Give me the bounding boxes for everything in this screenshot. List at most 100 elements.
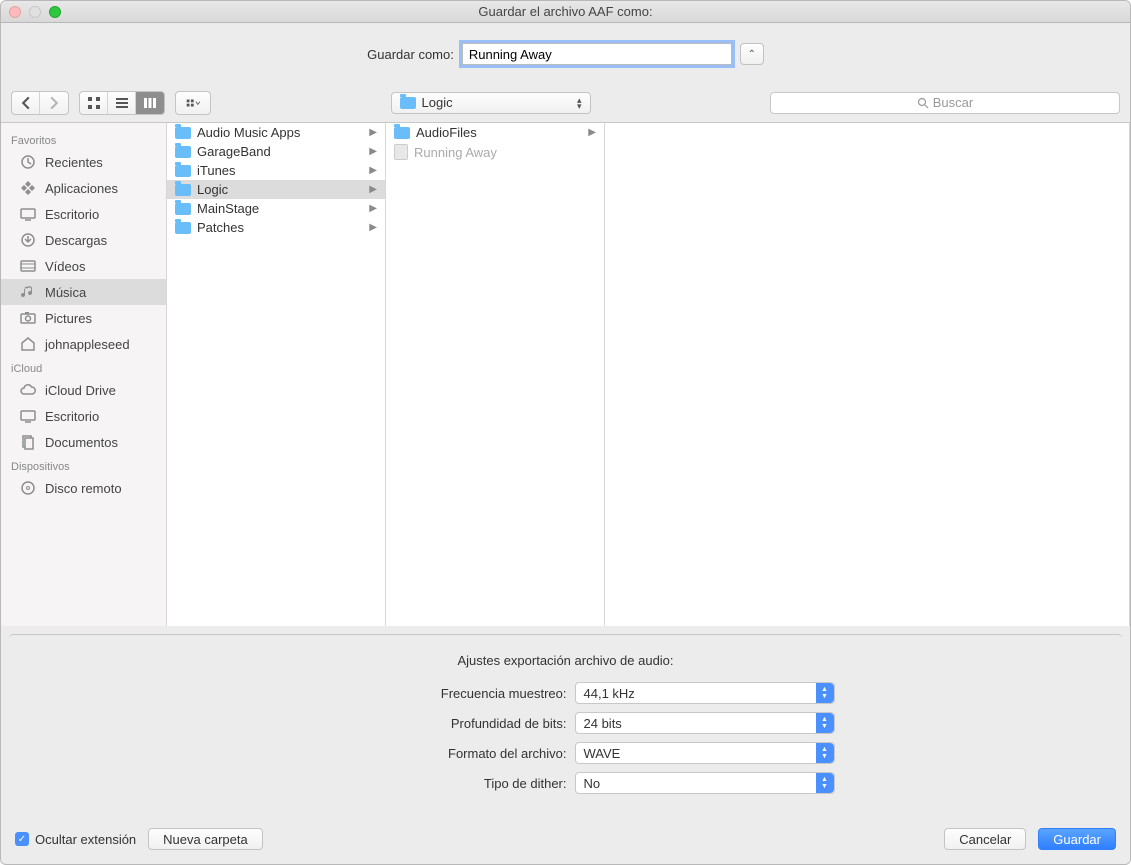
- save-as-label: Guardar como:: [367, 47, 454, 62]
- document-icon: [394, 144, 408, 160]
- folder-row[interactable]: Patches ▶: [167, 218, 385, 237]
- sidebar-item[interactable]: Escritorio: [1, 201, 166, 227]
- folder-icon: [394, 127, 410, 139]
- folder-row[interactable]: Logic ▶: [167, 180, 385, 199]
- location-popup[interactable]: Logic ▴▾: [391, 92, 591, 114]
- chevron-right-icon: ▶: [369, 146, 377, 157]
- sidebar-item-label: Vídeos: [45, 259, 85, 274]
- option-select[interactable]: 44,1 kHz ▲▼: [575, 682, 835, 704]
- sidebar-item[interactable]: Aplicaciones: [1, 175, 166, 201]
- sidebar-item[interactable]: iCloud Drive: [1, 377, 166, 403]
- sidebar-item[interactable]: Escritorio: [1, 403, 166, 429]
- location-label: Logic: [422, 95, 453, 110]
- updown-icon: ▲▼: [816, 773, 834, 793]
- music-icon: [19, 283, 37, 301]
- cloud-icon: [19, 381, 37, 399]
- export-options-panel: Ajustes exportación archivo de audio: Fr…: [9, 634, 1122, 812]
- chevron-right-icon: ▶: [369, 184, 377, 195]
- sidebar-item-label: iCloud Drive: [45, 383, 116, 398]
- sidebar-item-label: Escritorio: [45, 207, 99, 222]
- disc-icon: [19, 479, 37, 497]
- hide-extension-checkbox[interactable]: ✓ Ocultar extensión: [15, 832, 136, 847]
- save-button[interactable]: Guardar: [1038, 828, 1116, 850]
- sidebar-item-label: Documentos: [45, 435, 118, 450]
- collapse-expand-button[interactable]: ⌃: [740, 43, 764, 65]
- chevron-right-icon: ▶: [369, 222, 377, 233]
- folder-row[interactable]: GarageBand ▶: [167, 142, 385, 161]
- row-label: GarageBand: [197, 144, 363, 159]
- group-menu[interactable]: [175, 91, 211, 115]
- footer: ✓ Ocultar extensión Nueva carpeta Cancel…: [1, 820, 1130, 864]
- export-options-title: Ajustes exportación archivo de audio:: [19, 653, 1112, 668]
- file-row: Running Away: [386, 142, 604, 162]
- save-dialog-window: Guardar el archivo AAF como: Guardar com…: [0, 0, 1131, 865]
- folder-icon: [175, 165, 191, 177]
- row-label: Patches: [197, 220, 363, 235]
- folder-row[interactable]: AudioFiles▶: [386, 123, 604, 142]
- chevron-up-icon: ⌃: [748, 49, 756, 60]
- list-view-button[interactable]: [108, 92, 136, 114]
- sidebar-item-label: Recientes: [45, 155, 103, 170]
- chevron-right-icon: ▶: [369, 127, 377, 138]
- search-field[interactable]: Buscar: [770, 92, 1120, 114]
- sidebar-section-header: Favoritos: [1, 129, 166, 149]
- folder-row[interactable]: iTunes▶: [167, 161, 385, 180]
- window-title: Guardar el archivo AAF como:: [1, 4, 1130, 19]
- sidebar-item[interactable]: Recientes: [1, 149, 166, 175]
- option-select[interactable]: 24 bits ▲▼: [575, 712, 835, 734]
- titlebar: Guardar el archivo AAF como:: [1, 1, 1130, 23]
- docs-icon: [19, 433, 37, 451]
- sidebar-item[interactable]: Documentos: [1, 429, 166, 455]
- toolbar: Logic ▴▾ Buscar: [1, 83, 1130, 123]
- option-value: 24 bits: [584, 716, 622, 731]
- home-icon: [19, 335, 37, 353]
- sidebar-item-label: Música: [45, 285, 86, 300]
- chevron-right-icon: ▶: [369, 203, 377, 214]
- option-row: Tipo de dither: No▲▼: [19, 772, 1112, 794]
- folder-icon: [175, 184, 191, 196]
- option-row: Frecuencia muestreo:44,1 kHz▲▼: [19, 682, 1112, 704]
- sidebar-item-label: Descargas: [45, 233, 107, 248]
- updown-icon: ▲▼: [816, 683, 834, 703]
- folder-row[interactable]: MainStage ▶: [167, 199, 385, 218]
- sidebar-item-label: Aplicaciones: [45, 181, 118, 196]
- updown-icon: ▲▼: [816, 743, 834, 763]
- sidebar-item[interactable]: Pictures: [1, 305, 166, 331]
- option-label: Formato del archivo:: [297, 746, 567, 761]
- column-view-button[interactable]: [136, 92, 164, 114]
- option-label: Tipo de dither:: [297, 776, 567, 791]
- checkmark-icon: ✓: [15, 832, 29, 846]
- back-button[interactable]: [12, 92, 40, 114]
- option-value: WAVE: [584, 746, 621, 761]
- sidebar-section-header: Dispositivos: [1, 455, 166, 475]
- folder-icon: [175, 203, 191, 215]
- updown-icon: ▲▼: [816, 713, 834, 733]
- sidebar-item[interactable]: Descargas: [1, 227, 166, 253]
- cancel-button[interactable]: Cancelar: [944, 828, 1026, 850]
- option-select[interactable]: No▲▼: [575, 772, 835, 794]
- camera-icon: [19, 309, 37, 327]
- chevron-right-icon: ▶: [369, 165, 377, 176]
- sidebar-item[interactable]: Disco remoto: [1, 475, 166, 501]
- option-select[interactable]: WAVE ▲▼: [575, 742, 835, 764]
- video-icon: [19, 257, 37, 275]
- file-browser: Favoritos Recientes Aplicaciones Escritorio…: [1, 123, 1130, 626]
- option-value: 44,1 kHz: [584, 686, 635, 701]
- row-label: Logic: [197, 182, 363, 197]
- row-label: MainStage: [197, 201, 363, 216]
- sidebar-item[interactable]: johnappleseed: [1, 331, 166, 357]
- sidebar-item[interactable]: Vídeos: [1, 253, 166, 279]
- folder-icon: [400, 97, 416, 109]
- chevron-right-icon: ▶: [588, 127, 596, 138]
- view-mode-segment: [79, 91, 165, 115]
- new-folder-button[interactable]: Nueva carpeta: [148, 828, 263, 850]
- sidebar-item[interactable]: Música: [1, 279, 166, 305]
- option-row: Formato del archivo: WAVE ▲▼: [19, 742, 1112, 764]
- sidebar-item-label: Disco remoto: [45, 481, 122, 496]
- filename-input[interactable]: [462, 43, 732, 65]
- column-3: [605, 123, 1130, 626]
- sidebar: Favoritos Recientes Aplicaciones Escritorio…: [1, 123, 167, 626]
- icon-view-button[interactable]: [80, 92, 108, 114]
- folder-row[interactable]: Audio Music Apps▶: [167, 123, 385, 142]
- forward-button: [40, 92, 68, 114]
